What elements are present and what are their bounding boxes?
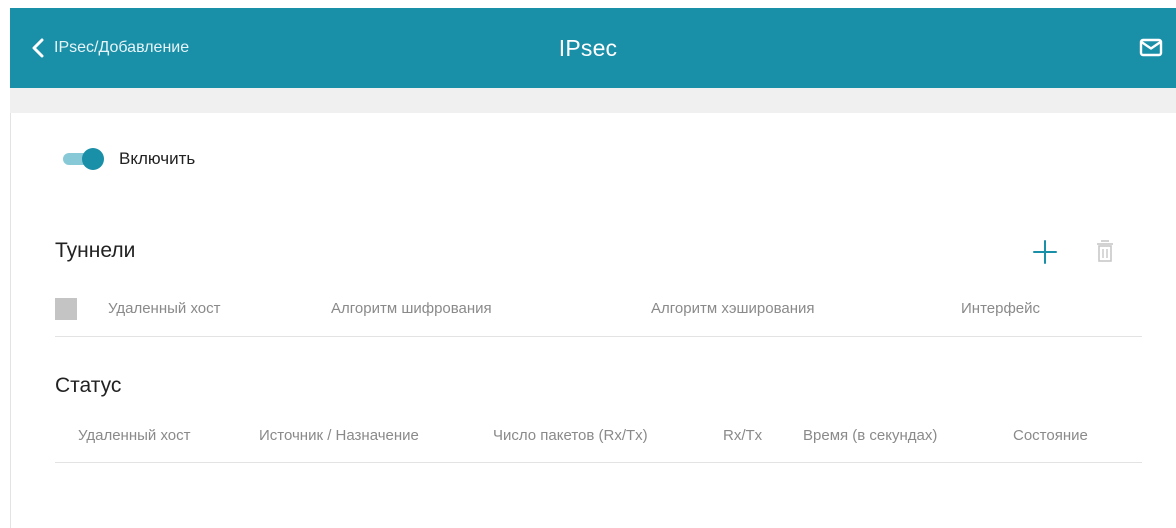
toggle-knob xyxy=(82,148,104,170)
status-col-time: Время (в секундах) xyxy=(803,427,938,444)
enable-row: Включить xyxy=(63,148,195,170)
tunnels-col-encryption: Алгоритм шифрования xyxy=(331,300,492,317)
tunnels-col-remote-host: Удаленный хост xyxy=(108,300,221,317)
enable-label: Включить xyxy=(119,149,196,168)
status-col-state: Состояние xyxy=(1013,427,1088,444)
enable-toggle[interactable] xyxy=(63,148,105,170)
tunnels-col-hashing: Алгоритм хэширования xyxy=(651,300,815,317)
status-title: Статус xyxy=(55,374,122,397)
page-title: IPsec xyxy=(558,34,618,61)
trash-icon[interactable] xyxy=(1094,237,1116,265)
status-divider xyxy=(55,462,1142,463)
status-col-remote-host: Удаленный хост xyxy=(78,427,191,444)
main-content: Включить Туннели Удаленный хост Алгоритм… xyxy=(10,113,1176,528)
tunnels-col-interface: Интерфейс xyxy=(961,300,1041,317)
status-col-source-destination: Источник / Назначение xyxy=(259,427,419,444)
mail-icon[interactable] xyxy=(1138,34,1164,60)
app-header: IPsec/Добавление IPsec xyxy=(10,8,1176,88)
tunnels-title: Туннели xyxy=(55,239,136,262)
header-separator xyxy=(10,88,1176,113)
plus-icon[interactable] xyxy=(1031,238,1059,266)
select-all-checkbox[interactable] xyxy=(55,298,77,320)
status-col-rxtx: Rx/Tx xyxy=(723,427,763,444)
tunnels-divider xyxy=(55,336,1142,337)
status-col-packets: Число пакетов (Rx/Tx) xyxy=(493,427,648,444)
